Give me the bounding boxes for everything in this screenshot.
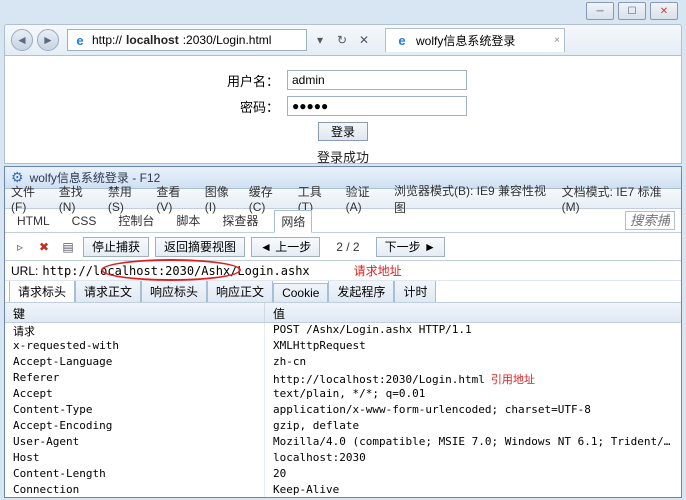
page-content: 用户名： 密码： 登录 登录成功 (4, 56, 682, 164)
tool-tab-网络[interactable]: 网络 (274, 210, 312, 233)
sub-tab[interactable]: 请求标头 (9, 280, 75, 302)
header-row: x-requested-withXMLHttpRequest (5, 339, 681, 355)
browser-tab[interactable]: e wolfy信息系统登录 × (385, 28, 565, 52)
devtools-menubar: 文件(F)查找(N)禁用(S)查看(V)图像(I)缓存(C)工具(T)验证(A)… (5, 189, 681, 209)
header-value: Keep-Alive (265, 483, 681, 497)
header-key: x-requested-with (5, 339, 265, 355)
pointer-tool-icon[interactable]: ▹ (11, 238, 29, 256)
url-dropdown-icon[interactable]: ▾ (311, 31, 329, 49)
sub-tab[interactable]: 响应正文 (207, 280, 273, 302)
header-key: User-Agent (5, 435, 265, 451)
stop-capture-button[interactable]: 停止捕获 (83, 237, 149, 257)
header-value: XMLHttpRequest (265, 339, 681, 355)
header-key: 请求 (5, 323, 265, 339)
header-value: 20 (265, 467, 681, 483)
tab-title: wolfy信息系统登录 (416, 32, 515, 49)
header-row: Refererhttp://localhost:2030/Login.html引… (5, 371, 681, 387)
annotation-text: 引用地址 (491, 374, 535, 386)
browser-toolbar: ◄ ► e http:// localhost :2030/Login.html ▾… (4, 24, 682, 56)
next-step-button[interactable]: 下一步 ► (376, 237, 445, 257)
header-key: Content-Type (5, 403, 265, 419)
tool-tab-控制台[interactable]: 控制台 (112, 210, 160, 231)
header-key: Accept (5, 387, 265, 403)
tool-tab-css[interactable]: CSS (66, 212, 103, 230)
url-rest: :2030/Login.html (183, 33, 272, 47)
header-row: Accept-Languagezh-cn (5, 355, 681, 371)
request-url-line: URL: http://localhost:2030/Ashx/Login.as… (5, 261, 681, 281)
login-success-message: 登录成功 (317, 147, 369, 166)
tool-tab-html[interactable]: HTML (11, 212, 56, 230)
header-value: application/x-www-form-urlencoded; chars… (265, 403, 681, 419)
sub-tab[interactable]: 发起程序 (328, 280, 394, 302)
devtools-tool-tabs: HTML CSS 控制台脚本探查器网络 (5, 209, 681, 233)
username-input[interactable] (287, 70, 467, 90)
login-button[interactable]: 登录 (318, 122, 368, 141)
header-value: zh-cn (265, 355, 681, 371)
header-row: ConnectionKeep-Alive (5, 483, 681, 497)
password-label: 密码： (219, 97, 279, 116)
column-value-header: 值 (265, 303, 681, 322)
header-row: Accept-Encodinggzip, deflate (5, 419, 681, 435)
header-value: localhost:2030 (265, 451, 681, 467)
tool-tab-脚本[interactable]: 脚本 (170, 210, 206, 231)
column-key-header: 键 (5, 303, 265, 322)
forward-button[interactable]: ► (37, 29, 59, 51)
header-row: Accepttext/plain, */*; q=0.01 (5, 387, 681, 403)
sub-tab[interactable]: Cookie (273, 283, 328, 302)
close-tab-icon[interactable]: × (554, 35, 560, 46)
save-icon[interactable]: ▤ (59, 238, 77, 256)
network-actions: ▹ ✖ ▤ 停止捕获 返回摘要视图 ◄ 上一步 2 / 2 下一步 ► (5, 233, 681, 261)
password-input[interactable] (287, 96, 467, 116)
sub-tab[interactable]: 计时 (394, 280, 436, 302)
request-url: http://localhost:2030/Ashx/Login.ashx (42, 264, 309, 278)
address-bar[interactable]: e http:// localhost :2030/Login.html (67, 29, 307, 51)
return-summary-button[interactable]: 返回摘要视图 (155, 237, 245, 257)
back-button[interactable]: ◄ (11, 29, 33, 51)
tab-ie-icon: e (394, 33, 410, 49)
header-key: Accept-Encoding (5, 419, 265, 435)
header-value: gzip, deflate (265, 419, 681, 435)
refresh-icon[interactable]: ↻ (333, 31, 351, 49)
header-key: Referer (5, 371, 265, 387)
header-value: Mozilla/4.0 (compatible; MSIE 7.0; Windo… (265, 435, 681, 451)
url-prefix: http:// (92, 33, 122, 47)
header-key: Connection (5, 483, 265, 497)
username-label: 用户名： (219, 71, 279, 90)
header-row: User-AgentMozilla/4.0 (compatible; MSIE … (5, 435, 681, 451)
pager-text: 2 / 2 (336, 240, 359, 254)
header-row: Content-Length20 (5, 467, 681, 483)
clear-session-icon[interactable]: ✖ (35, 238, 53, 256)
sub-tab[interactable]: 请求正文 (75, 280, 141, 302)
header-key: Content-Length (5, 467, 265, 483)
devtools-search-input[interactable] (625, 211, 675, 230)
close-window-button[interactable]: ✕ (650, 2, 678, 20)
header-row: 请求POST /Ashx/Login.ashx HTTP/1.1 (5, 323, 681, 339)
header-value: text/plain, */*; q=0.01 (265, 387, 681, 403)
prev-step-button[interactable]: ◄ 上一步 (251, 237, 320, 257)
network-subtabs: 请求标头请求正文响应标头响应正文Cookie发起程序计时 (5, 281, 681, 303)
headers-table-body: 请求POST /Ashx/Login.ashx HTTP/1.1x-reques… (5, 323, 681, 497)
header-row: Hostlocalhost:2030 (5, 451, 681, 467)
stop-icon[interactable]: ✕ (355, 31, 373, 49)
devtools-panel: ⚙ wolfy信息系统登录 - F12 文件(F)查找(N)禁用(S)查看(V)… (4, 166, 682, 498)
header-value: POST /Ashx/Login.ashx HTTP/1.1 (265, 323, 681, 339)
tool-tab-探查器[interactable]: 探查器 (216, 210, 264, 231)
header-key: Accept-Language (5, 355, 265, 371)
header-key: Host (5, 451, 265, 467)
sub-tab[interactable]: 响应标头 (141, 280, 207, 302)
url-domain: localhost (126, 33, 179, 47)
minimize-button[interactable]: ─ (586, 2, 614, 20)
maximize-button[interactable]: ☐ (618, 2, 646, 20)
url-label: URL: (11, 264, 38, 278)
window-controls: ─ ☐ ✕ (586, 2, 678, 20)
header-row: Content-Typeapplication/x-www-form-urlen… (5, 403, 681, 419)
ie-favicon: e (72, 32, 88, 48)
annotation-request-url: 请求地址 (354, 262, 402, 279)
headers-table-header: 键 值 (5, 303, 681, 323)
header-value: http://localhost:2030/Login.html引用地址 (265, 371, 681, 387)
